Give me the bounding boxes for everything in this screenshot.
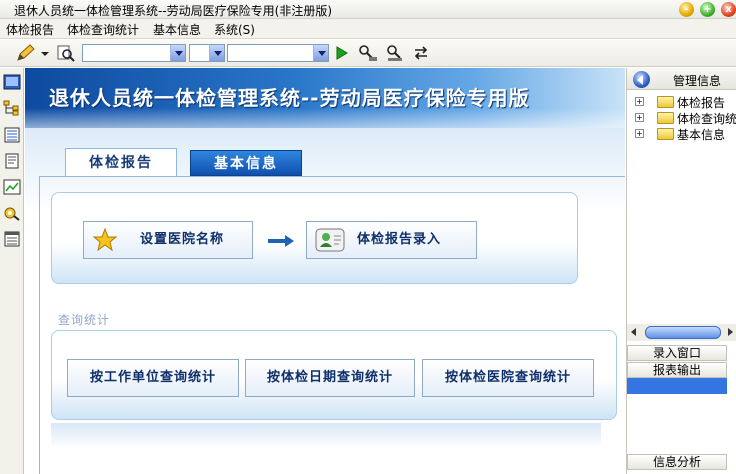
back-icon[interactable] [633,71,650,88]
banner-title: 退休人员统一体检管理系统--劳动局医疗保险专用版 [49,86,530,110]
title-bar: 退休人员统一体检管理系统--劳动局医疗保险专用(非注册版) - + x [0,0,736,19]
maximize-icon: + [703,4,712,15]
chevron-down-icon[interactable] [209,45,224,61]
close-icon: x [725,4,732,15]
tree-item-label: 体检查询统 [677,112,736,126]
scroll-left-icon[interactable] [631,328,636,336]
left-icon-bar [0,68,24,474]
maximize-button[interactable]: + [700,2,715,17]
banner: 退休人员统一体检管理系统--劳动局医疗保险专用版 [25,68,625,128]
section-entry-window[interactable]: 录入窗口 [627,345,727,361]
close-button[interactable]: x [721,2,736,17]
user-card-icon [315,228,345,252]
query-by-employer-button[interactable]: 按工作单位查询统计 [67,359,239,397]
right-panel: 管理信息 + 体检报告 + 体检查询统 + 基本信息 录入窗口 报表输出 信息分… [626,68,736,474]
tree-item-label: 基本信息 [677,128,726,142]
chevron-down-icon[interactable] [313,45,328,61]
selected-row[interactable] [627,378,727,394]
menu-item-report[interactable]: 体检报告 [6,21,54,38]
set-hospital-name-button[interactable]: 设置医院名称 [83,221,253,259]
right-panel-title: 管理信息 [673,74,722,88]
enter-report-button[interactable]: 体检报告录入 [306,221,477,259]
screen-icon[interactable] [3,74,21,90]
expand-icon[interactable]: + [635,129,644,138]
minimize-icon: - [684,4,689,15]
folder-icon [657,128,674,140]
horizontal-scrollbar[interactable] [627,324,736,341]
set-hospital-name-label: 设置医院名称 [140,232,225,247]
tab-report[interactable]: 体检报告 [65,148,177,176]
folder-open-icon [657,96,674,108]
gear-search-icon[interactable] [3,205,21,221]
menu-item-basic-info[interactable]: 基本信息 [153,21,201,38]
filter-combo-2[interactable] [189,44,225,62]
expand-icon[interactable]: + [635,113,644,122]
chevron-down-icon[interactable] [170,45,185,61]
minimize-button[interactable]: - [679,2,694,17]
right-panel-header: 管理信息 [627,68,736,90]
filter-combo-3[interactable] [227,44,329,62]
person-search-icon[interactable] [384,43,406,63]
decorative-strip [51,423,601,449]
scroll-right-icon[interactable] [728,328,733,336]
refresh-icon[interactable] [411,43,431,63]
section-info-analysis[interactable]: 信息分析 [627,454,727,470]
menu-item-query[interactable]: 体检查询统计 [67,21,139,38]
document-icon[interactable] [3,153,21,169]
scroll-thumb[interactable] [645,326,721,339]
section-report-output[interactable]: 报表输出 [627,362,727,378]
report-icon[interactable] [3,231,21,247]
list-icon[interactable] [3,127,21,143]
query-by-date-button[interactable]: 按体检日期查询统计 [245,359,415,397]
expand-icon[interactable]: + [635,97,644,106]
arrow-right-icon [268,235,294,247]
filter-combo-1[interactable] [82,44,186,62]
menu-item-system[interactable]: 系统(S) [214,21,255,38]
folder-icon [657,112,674,124]
query-section-label: 查询统计 [58,313,111,327]
pencil-icon[interactable] [15,43,37,63]
window-title: 退休人员统一体检管理系统--劳动局医疗保险专用(非注册版) [14,4,333,18]
query-by-hospital-button[interactable]: 按体检医院查询统计 [422,359,594,397]
chart-icon[interactable] [3,179,21,195]
tab-basic-info[interactable]: 基本信息 [190,150,302,176]
tree-item-label: 体检报告 [677,96,726,110]
run-icon[interactable] [334,43,350,63]
star-icon [92,227,118,252]
search-icon[interactable] [56,43,76,63]
menu-bar: 体检报告 体检查询统计 基本信息 系统(S) [0,19,736,39]
enter-report-label: 体检报告录入 [357,232,442,247]
toolbar [0,40,736,67]
people-search-icon[interactable] [357,43,379,63]
chevron-down-icon[interactable] [39,43,51,63]
tree-icon[interactable] [3,100,21,116]
main-area: 退休人员统一体检管理系统--劳动局医疗保险专用版 体检报告 基本信息 设置医院名… [25,68,625,474]
